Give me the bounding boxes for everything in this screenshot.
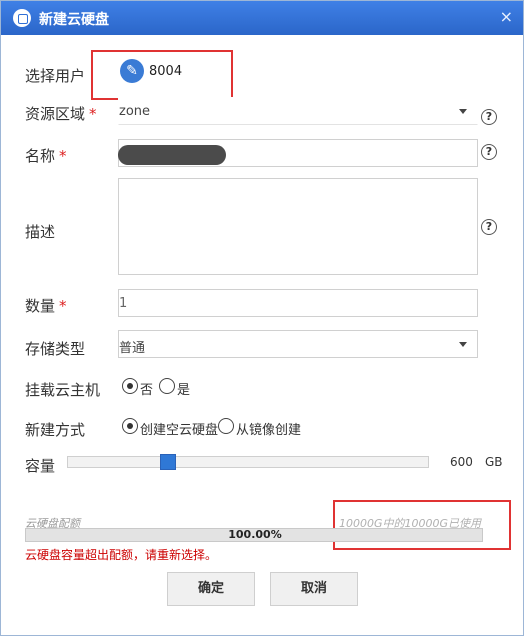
region-label: 资源区域 *	[25, 105, 97, 123]
capacity-label: 容量	[25, 457, 56, 475]
redacted-name	[118, 145, 226, 165]
description-textarea[interactable]	[118, 178, 478, 275]
capacity-slider-handle[interactable]	[160, 454, 176, 470]
create-empty-radio[interactable]	[122, 418, 138, 434]
quota-progress-text: 100.00%	[228, 528, 282, 541]
storage-type-select[interactable]: 普通	[118, 330, 478, 358]
quota-error-message: 云硬盘容量超出配额，请重新选择。	[25, 548, 218, 562]
cancel-button[interactable]: 取消	[270, 572, 358, 606]
attach-vm-no-label: 否	[140, 383, 154, 398]
chevron-down-icon	[459, 342, 467, 347]
capacity-value: 600	[450, 455, 473, 469]
quantity-input[interactable]: 1	[118, 289, 478, 317]
create-method-label: 新建方式	[25, 421, 86, 439]
region-help-icon[interactable]: ?	[481, 109, 497, 125]
region-select[interactable]: zone	[118, 97, 478, 125]
user-id: 8004	[149, 64, 183, 79]
capacity-unit: GB	[485, 455, 503, 469]
create-from-image-radio[interactable]	[218, 418, 234, 434]
create-empty-label: 创建空云硬盘	[140, 423, 219, 438]
name-help-icon[interactable]: ?	[481, 144, 497, 160]
chevron-down-icon	[459, 109, 467, 114]
description-help-icon[interactable]: ?	[481, 219, 497, 235]
capacity-slider-track[interactable]	[67, 456, 429, 468]
description-label: 描述	[25, 223, 56, 241]
quantity-value: 1	[119, 296, 128, 311]
attach-vm-yes-label: 是	[177, 383, 191, 398]
dialog-titlebar: 新建云硬盘 ×	[1, 1, 523, 35]
user-label: 选择用户	[25, 67, 86, 85]
quantity-label: 数量 *	[25, 297, 67, 315]
name-label: 名称 *	[25, 147, 67, 165]
dialog-title: 新建云硬盘	[39, 12, 109, 28]
disk-icon	[13, 9, 31, 27]
attach-vm-yes-radio[interactable]	[159, 378, 175, 394]
region-value: zone	[119, 104, 151, 119]
quota-progress-bar: 100.00%	[25, 528, 483, 542]
attach-vm-label: 挂载云主机	[25, 381, 101, 399]
attach-vm-no-radio[interactable]	[122, 378, 138, 394]
new-cloud-disk-dialog: 新建云硬盘 × 选择用户 ✎ 8004 资源区域 * zone ? 名称 * ? 描…	[0, 0, 524, 636]
close-icon[interactable]: ×	[500, 7, 513, 26]
create-from-image-label: 从镜像创建	[236, 423, 302, 438]
user-avatar-icon[interactable]: ✎	[120, 59, 144, 83]
storage-type-label: 存储类型	[25, 340, 86, 358]
storage-type-value: 普通	[119, 341, 146, 356]
confirm-button[interactable]: 确定	[167, 572, 255, 606]
